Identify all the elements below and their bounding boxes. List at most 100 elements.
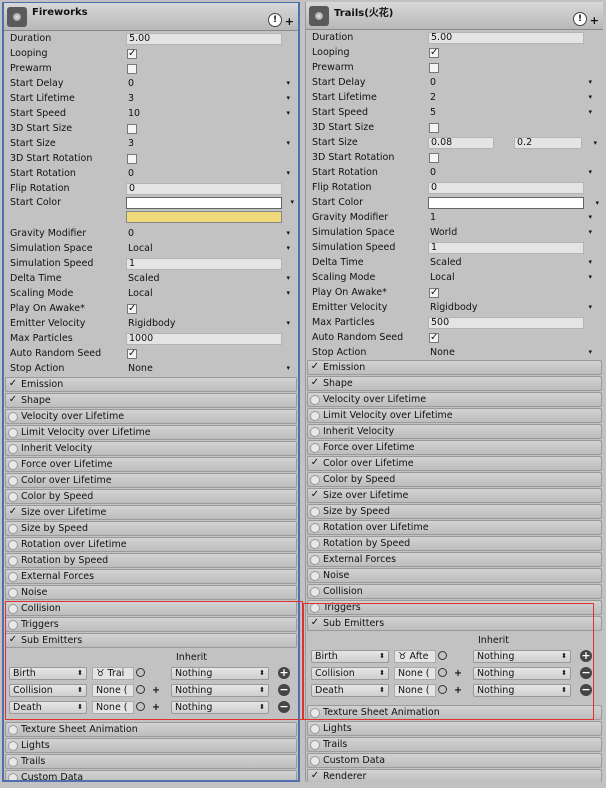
module-trails[interactable]: Trails — [307, 737, 602, 752]
module-inherit-velocity[interactable]: Inherit Velocity — [307, 424, 602, 439]
start-color-gradient-bar[interactable] — [126, 211, 282, 223]
module-inherit-velocity[interactable]: Inherit Velocity — [5, 441, 297, 456]
module-toggle[interactable] — [310, 723, 320, 734]
simulation-speed-field[interactable]: 1 — [126, 257, 282, 270]
module-size-by-speed[interactable]: Size by Speed — [5, 521, 297, 536]
sub-emitter-type-dropdown[interactable]: Birth ⬍ — [311, 650, 389, 663]
emitter-velocity-dropdown[interactable]: Rigidbody ▾ — [126, 318, 294, 330]
module-toggle[interactable] — [310, 602, 320, 613]
module-toggle[interactable] — [8, 555, 18, 566]
sub-emitter-object-field[interactable]: None ( — [394, 667, 436, 680]
looping-checkbox[interactable]: ✓ — [429, 47, 439, 58]
module-toggle[interactable] — [8, 756, 18, 767]
module-rotation-over-lifetime[interactable]: Rotation over Lifetime — [307, 520, 602, 535]
start-rotation-3d-checkbox[interactable] — [127, 153, 137, 164]
module-toggle[interactable] — [8, 539, 18, 550]
module-toggle[interactable] — [310, 586, 320, 597]
module-toggle[interactable] — [8, 523, 18, 534]
sub-emitter-type-dropdown[interactable]: Death ⬍ — [9, 701, 87, 714]
play-on-awake-checkbox[interactable]: ✓ — [429, 287, 439, 298]
create-sub-emitter-icon[interactable]: + — [152, 685, 160, 696]
module-enabled-checkbox[interactable]: ✓ — [8, 634, 18, 646]
module-lights[interactable]: Lights — [5, 738, 297, 753]
module-enabled-checkbox[interactable]: ✓ — [310, 361, 320, 373]
object-picker-icon[interactable] — [136, 685, 145, 694]
scaling-mode-dropdown[interactable]: Local ▾ — [428, 272, 596, 284]
module-toggle[interactable] — [310, 739, 320, 750]
module-color-over-lifetime[interactable]: Color over Lifetime — [5, 473, 297, 488]
inherit-dropdown[interactable]: Nothing ⬍ — [171, 701, 269, 714]
module-toggle[interactable] — [310, 554, 320, 565]
module-shape[interactable]: ✓ Shape — [307, 376, 602, 391]
object-picker-icon[interactable] — [438, 668, 447, 677]
sub-emitter-object-field[interactable]: None ( — [92, 684, 134, 697]
add-sub-emitter-icon[interactable]: + — [278, 667, 290, 679]
module-toggle[interactable] — [8, 427, 18, 438]
module-external-forces[interactable]: External Forces — [5, 569, 297, 584]
start-size-3d-checkbox[interactable] — [127, 123, 137, 134]
module-toggle[interactable] — [8, 443, 18, 454]
start-size-3d-checkbox[interactable] — [429, 122, 439, 133]
simulation-space-dropdown[interactable]: Local ▾ — [126, 243, 294, 255]
max-particles-field[interactable]: 1000 — [126, 332, 282, 345]
module-toggle[interactable] — [310, 522, 320, 533]
object-picker-icon[interactable] — [438, 685, 447, 694]
module-renderer[interactable]: ✓ Renderer — [307, 769, 602, 782]
module-collision[interactable]: Collision — [5, 601, 297, 616]
module-external-forces[interactable]: External Forces — [307, 552, 602, 567]
delta-time-dropdown[interactable]: Scaled ▾ — [428, 257, 596, 269]
module-noise[interactable]: Noise — [307, 568, 602, 583]
module-toggle[interactable] — [310, 570, 320, 581]
module-toggle[interactable] — [8, 459, 18, 470]
delta-time-dropdown[interactable]: Scaled ▾ — [126, 273, 294, 285]
module-enabled-checkbox[interactable]: ✓ — [310, 770, 320, 782]
sub-emitter-object-field[interactable]: None ( — [92, 701, 134, 714]
sub-emitter-type-dropdown[interactable]: Birth ⬍ — [9, 667, 87, 680]
module-toggle[interactable] — [310, 474, 320, 485]
flip-rotation-field[interactable]: 0 — [126, 182, 282, 195]
start-lifetime-dropdown[interactable]: 2 ▾ — [428, 92, 596, 104]
remove-sub-emitter-icon[interactable]: − — [580, 684, 592, 696]
add-sub-emitter-icon[interactable]: + — [580, 650, 592, 662]
simulation-speed-field[interactable]: 1 — [428, 241, 584, 254]
simulation-space-dropdown[interactable]: World ▾ — [428, 227, 596, 239]
sub-emitter-object-field[interactable]: ♉ Trai — [92, 667, 134, 680]
module-lights[interactable]: Lights — [307, 721, 602, 736]
inherit-dropdown[interactable]: Nothing ⬍ — [473, 684, 571, 697]
start-speed-dropdown[interactable]: 5 ▾ — [428, 107, 596, 119]
start-size-dropdown[interactable]: 3 ▾ — [126, 138, 294, 150]
start-delay-dropdown[interactable]: 0 ▾ — [126, 78, 294, 90]
module-toggle[interactable] — [310, 394, 320, 405]
module-sub-emitters[interactable]: ✓ Sub Emitters — [307, 616, 602, 631]
emitter-velocity-dropdown[interactable]: Rigidbody ▾ — [428, 302, 596, 314]
module-enabled-checkbox[interactable]: ✓ — [310, 617, 320, 629]
object-picker-icon[interactable] — [136, 702, 145, 711]
module-toggle[interactable] — [310, 707, 320, 718]
module-toggle[interactable] — [310, 755, 320, 766]
module-toggle[interactable] — [8, 587, 18, 598]
module-noise[interactable]: Noise — [5, 585, 297, 600]
scaling-mode-dropdown[interactable]: Local ▾ — [126, 288, 294, 300]
plus-icon[interactable]: + — [285, 15, 294, 28]
module-limit-velocity-over-lifetime[interactable]: Limit Velocity over Lifetime — [307, 408, 602, 423]
prewarm-checkbox[interactable] — [127, 63, 137, 74]
remove-sub-emitter-icon[interactable]: − — [278, 701, 290, 713]
flip-rotation-field[interactable]: 0 — [428, 181, 584, 194]
start-size-min-field[interactable]: 0.08 — [428, 136, 494, 149]
module-toggle[interactable] — [310, 506, 320, 517]
auto-random-seed-checkbox[interactable]: ✓ — [127, 348, 137, 359]
start-lifetime-dropdown[interactable]: 3 ▾ — [126, 93, 294, 105]
module-toggle[interactable] — [8, 475, 18, 486]
inherit-dropdown[interactable]: Nothing ⬍ — [171, 684, 269, 697]
help-icon[interactable]: ! — [573, 12, 587, 26]
module-limit-velocity-over-lifetime[interactable]: Limit Velocity over Lifetime — [5, 425, 297, 440]
module-toggle[interactable] — [310, 442, 320, 453]
module-size-over-lifetime[interactable]: ✓ Size over Lifetime — [5, 505, 297, 520]
module-rotation-by-speed[interactable]: Rotation by Speed — [5, 553, 297, 568]
duration-field[interactable]: 5.00 — [126, 32, 282, 45]
module-toggle[interactable] — [310, 410, 320, 421]
module-toggle[interactable] — [8, 603, 18, 614]
gravity-modifier-dropdown[interactable]: 0 ▾ — [126, 228, 294, 240]
module-toggle[interactable] — [8, 619, 18, 630]
module-emission[interactable]: ✓ Emission — [307, 360, 602, 375]
